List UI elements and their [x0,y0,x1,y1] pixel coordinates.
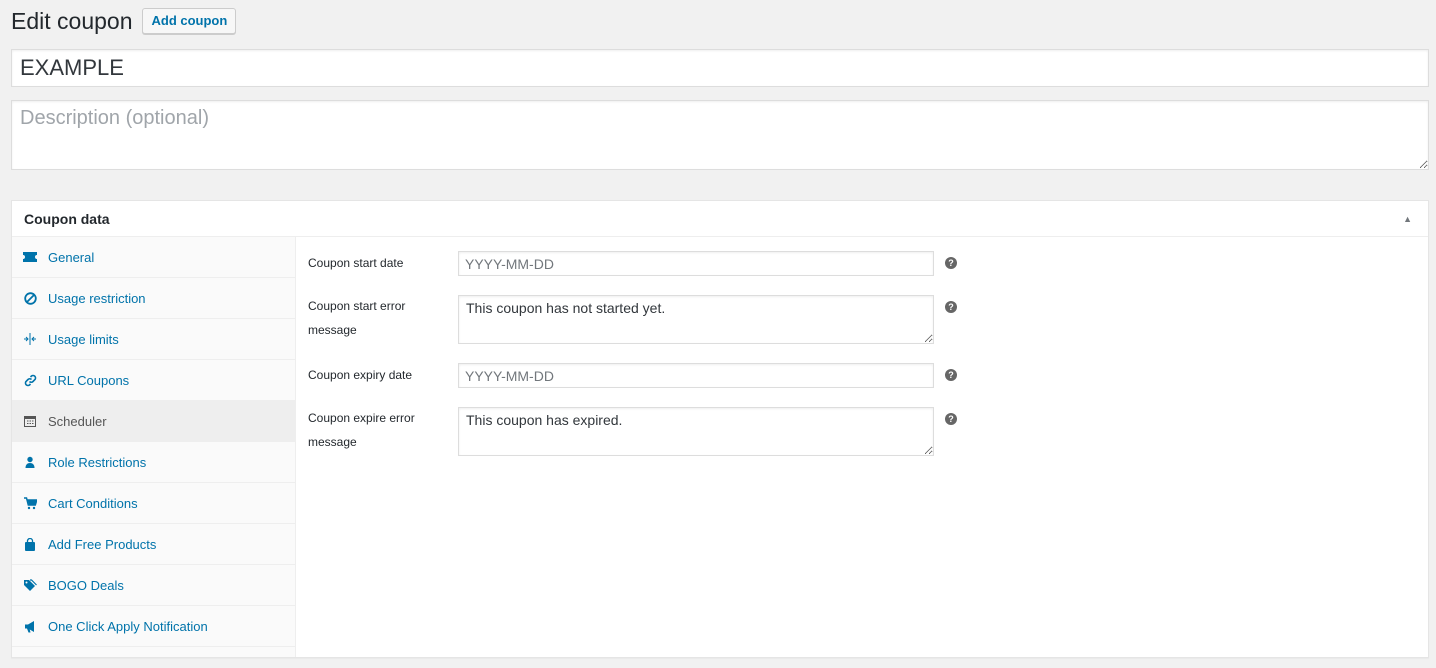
tab-label: Usage restriction [48,290,146,306]
page-header: Edit coupon Add coupon [11,8,237,34]
start-error-textarea[interactable]: This coupon has not started yet. [458,295,934,344]
expire-error-textarea[interactable]: This coupon has expired. [458,407,934,456]
tab-label: Usage limits [48,331,119,347]
tab-add-free-products[interactable]: Add Free Products [12,524,295,565]
tab-label: Cart Conditions [48,495,138,511]
help-icon[interactable]: ? [945,413,957,425]
help-icon[interactable]: ? [945,301,957,313]
panel-wrap: General Usage restriction Usage limits U… [12,237,1428,657]
help-icon[interactable]: ? [945,257,957,269]
megaphone-icon [22,618,38,634]
coupon-title-input[interactable] [11,49,1429,87]
tab-usage-restriction[interactable]: Usage restriction [12,278,295,319]
coupon-data-tabs: General Usage restriction Usage limits U… [12,237,296,657]
start-date-input[interactable] [458,251,934,276]
tab-label: Role Restrictions [48,454,147,470]
calendar-icon [22,413,38,429]
add-coupon-button[interactable]: Add coupon [142,8,237,34]
start-error-label: Coupon start error message [308,299,406,337]
page-title: Edit coupon [11,8,133,34]
scheduler-panel: Coupon start date ? Coupon start error m… [296,237,1428,657]
tab-general[interactable]: General [12,237,295,278]
tab-role-restrictions[interactable]: Role Restrictions [12,442,295,483]
user-icon [22,454,38,470]
tab-label: General [48,249,95,265]
tab-usage-limits[interactable]: Usage limits [12,319,295,360]
expiry-date-label: Coupon expiry date [308,368,413,382]
expiry-date-input[interactable] [458,363,934,388]
tab-url-coupons[interactable]: URL Coupons [12,360,295,401]
tab-label: Scheduler [48,413,107,429]
help-icon[interactable]: ? [945,369,957,381]
tab-one-click-apply[interactable]: One Click Apply Notification [12,606,295,647]
tab-scheduler[interactable]: Scheduler [12,401,295,442]
bag-icon [22,536,38,552]
postbox-header: Coupon data ▲ [12,201,1428,237]
ticket-icon [22,249,38,265]
expire-error-label: Coupon expire error message [308,411,415,449]
link-icon [22,372,38,388]
cart-icon [22,495,38,511]
tab-bogo-deals[interactable]: BOGO Deals [12,565,295,606]
tag-icon [22,577,38,593]
postbox-title: Coupon data [24,210,110,227]
tab-label: One Click Apply Notification [48,618,208,634]
start-date-label: Coupon start date [308,256,404,270]
tab-label: Add Free Products [48,536,157,552]
coupon-data-postbox: Coupon data ▲ General Usage restriction [11,200,1429,658]
limits-icon [22,331,38,347]
block-icon [22,290,38,306]
coupon-description-input[interactable] [11,100,1429,170]
arrow-up-icon[interactable]: ▲ [1399,210,1416,228]
tab-label: BOGO Deals [48,577,124,593]
tab-label: URL Coupons [48,372,130,388]
tab-cart-conditions[interactable]: Cart Conditions [12,483,295,524]
